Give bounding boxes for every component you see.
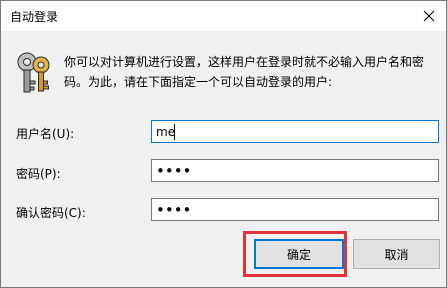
text-caret <box>174 124 175 140</box>
password-label: 密码(P): <box>16 167 61 181</box>
password-field[interactable] <box>151 159 439 182</box>
confirm-password-field[interactable] <box>151 198 439 221</box>
cancel-button[interactable]: 取消 <box>353 239 440 269</box>
ok-button[interactable]: 确定 <box>254 239 344 269</box>
instruction-text: 你可以对计算机进行设置，这样用户在登录时就不必输入用户名和密 码。为此，请在下面… <box>64 52 434 92</box>
title-bar: 自动登录 <box>1 1 446 31</box>
close-icon <box>423 10 435 22</box>
dialog-title: 自动登录 <box>10 10 59 24</box>
instruction-line-2: 码。为此，请在下面指定一个可以自动登录的用户: <box>64 75 333 89</box>
instruction-line-1: 你可以对计算机进行设置，这样用户在登录时就不必输入用户名和密 <box>64 55 425 69</box>
username-label: 用户名(U): <box>16 127 75 141</box>
close-button[interactable] <box>414 2 444 30</box>
auto-login-dialog: 自动登录 你可以对计算机进行设置，这样用户在登录时就不必输入用户名和密 码。为此… <box>0 0 447 288</box>
confirm-password-label: 确认密码(C): <box>16 206 86 220</box>
keys-icon <box>17 52 50 93</box>
username-field[interactable] <box>151 120 439 143</box>
